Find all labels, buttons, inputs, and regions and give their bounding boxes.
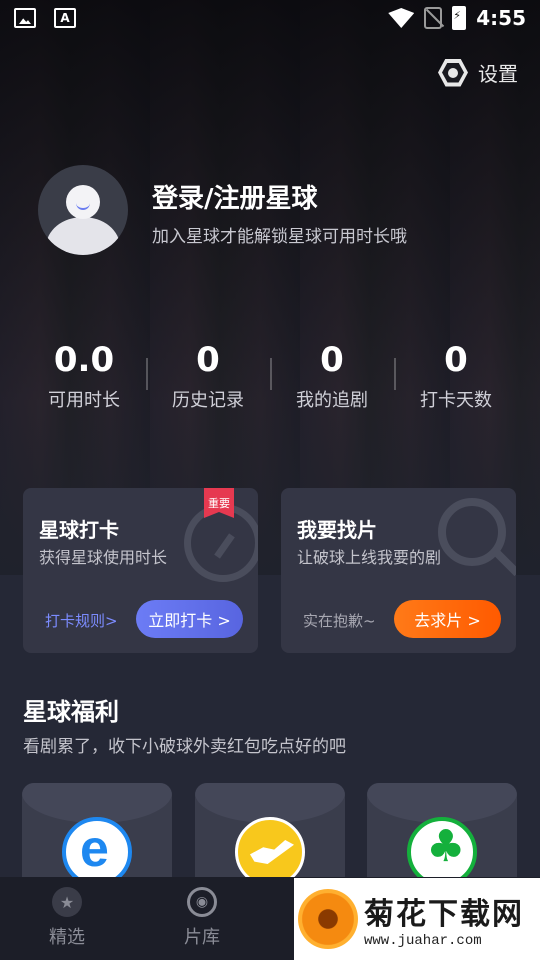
- nav-label: 片库: [184, 927, 220, 948]
- stats-row: 0.0 可用时长 0 历史记录 0 我的追剧 0 打卡天数: [22, 340, 518, 412]
- login-register-title[interactable]: 登录/注册星球: [152, 178, 318, 215]
- wifi-icon: [388, 8, 415, 28]
- clock: 4:55: [476, 6, 526, 30]
- checkin-card[interactable]: 重要 星球打卡 获得星球使用时长 打卡规则> 立即打卡 >: [23, 488, 258, 653]
- stat-following[interactable]: 0 我的追剧: [270, 340, 394, 412]
- a-notification-icon: A: [54, 8, 76, 28]
- stat-label: 打卡天数: [420, 390, 492, 411]
- watermark-title: 菊花下载网: [364, 897, 524, 932]
- request-title: 我要找片: [297, 518, 377, 542]
- request-button[interactable]: 去求片 >: [394, 600, 501, 638]
- checkin-button[interactable]: 立即打卡 >: [136, 600, 243, 638]
- stat-value: 0: [320, 340, 344, 380]
- magnifier-handle: [491, 547, 516, 577]
- benefits-title: 星球福利: [23, 698, 119, 726]
- settings-button[interactable]: 设置: [438, 58, 518, 87]
- settings-label: 设置: [478, 62, 518, 86]
- stat-value: 0: [444, 340, 468, 380]
- watermark-url: www.juahar.com: [364, 933, 482, 949]
- avatar[interactable]: [38, 165, 128, 255]
- watermark: 菊花下载网 www.juahar.com: [294, 878, 540, 960]
- no-sim-icon: [424, 7, 443, 29]
- star-icon: ★: [52, 887, 82, 917]
- checkin-rules-link[interactable]: 打卡规则>: [45, 610, 118, 631]
- stat-checkin-days[interactable]: 0 打卡天数: [394, 340, 518, 412]
- nav-library[interactable]: ◉ 片库: [157, 887, 247, 949]
- stat-label: 可用时长: [48, 390, 120, 411]
- nav-label: 精选: [49, 927, 85, 948]
- stat-value: 0.0: [53, 340, 115, 380]
- login-subtitle: 加入星球才能解锁星球可用时长哦: [152, 227, 407, 247]
- settings-gear-icon: [438, 58, 468, 87]
- nav-featured[interactable]: ★ 精选: [22, 887, 112, 949]
- request-note: 实在抱歉~: [303, 612, 376, 630]
- stat-label: 历史记录: [172, 390, 244, 411]
- film-reel-icon: ◉: [187, 887, 217, 917]
- checkin-subtitle: 获得星球使用时长: [39, 548, 168, 567]
- status-bar: A 4:55: [0, 0, 540, 36]
- gallery-notification-icon: [14, 8, 36, 28]
- stat-value: 0: [196, 340, 220, 380]
- chrysanthemum-logo-icon: [298, 889, 358, 949]
- stat-history[interactable]: 0 历史记录: [146, 340, 270, 412]
- battery-charging-icon: [452, 6, 467, 30]
- request-card[interactable]: 我要找片 让破球上线我要的剧 实在抱歉~ 去求片 >: [281, 488, 516, 653]
- stopwatch-icon: [184, 504, 258, 582]
- benefits-subtitle: 看剧累了，收下小破球外卖红包吃点好的吧: [23, 737, 346, 757]
- checkin-title: 星球打卡: [39, 518, 119, 542]
- stat-label: 我的追剧: [296, 390, 368, 411]
- request-subtitle: 让破球上线我要的剧: [297, 548, 442, 567]
- stat-available-time[interactable]: 0.0 可用时长: [22, 340, 146, 412]
